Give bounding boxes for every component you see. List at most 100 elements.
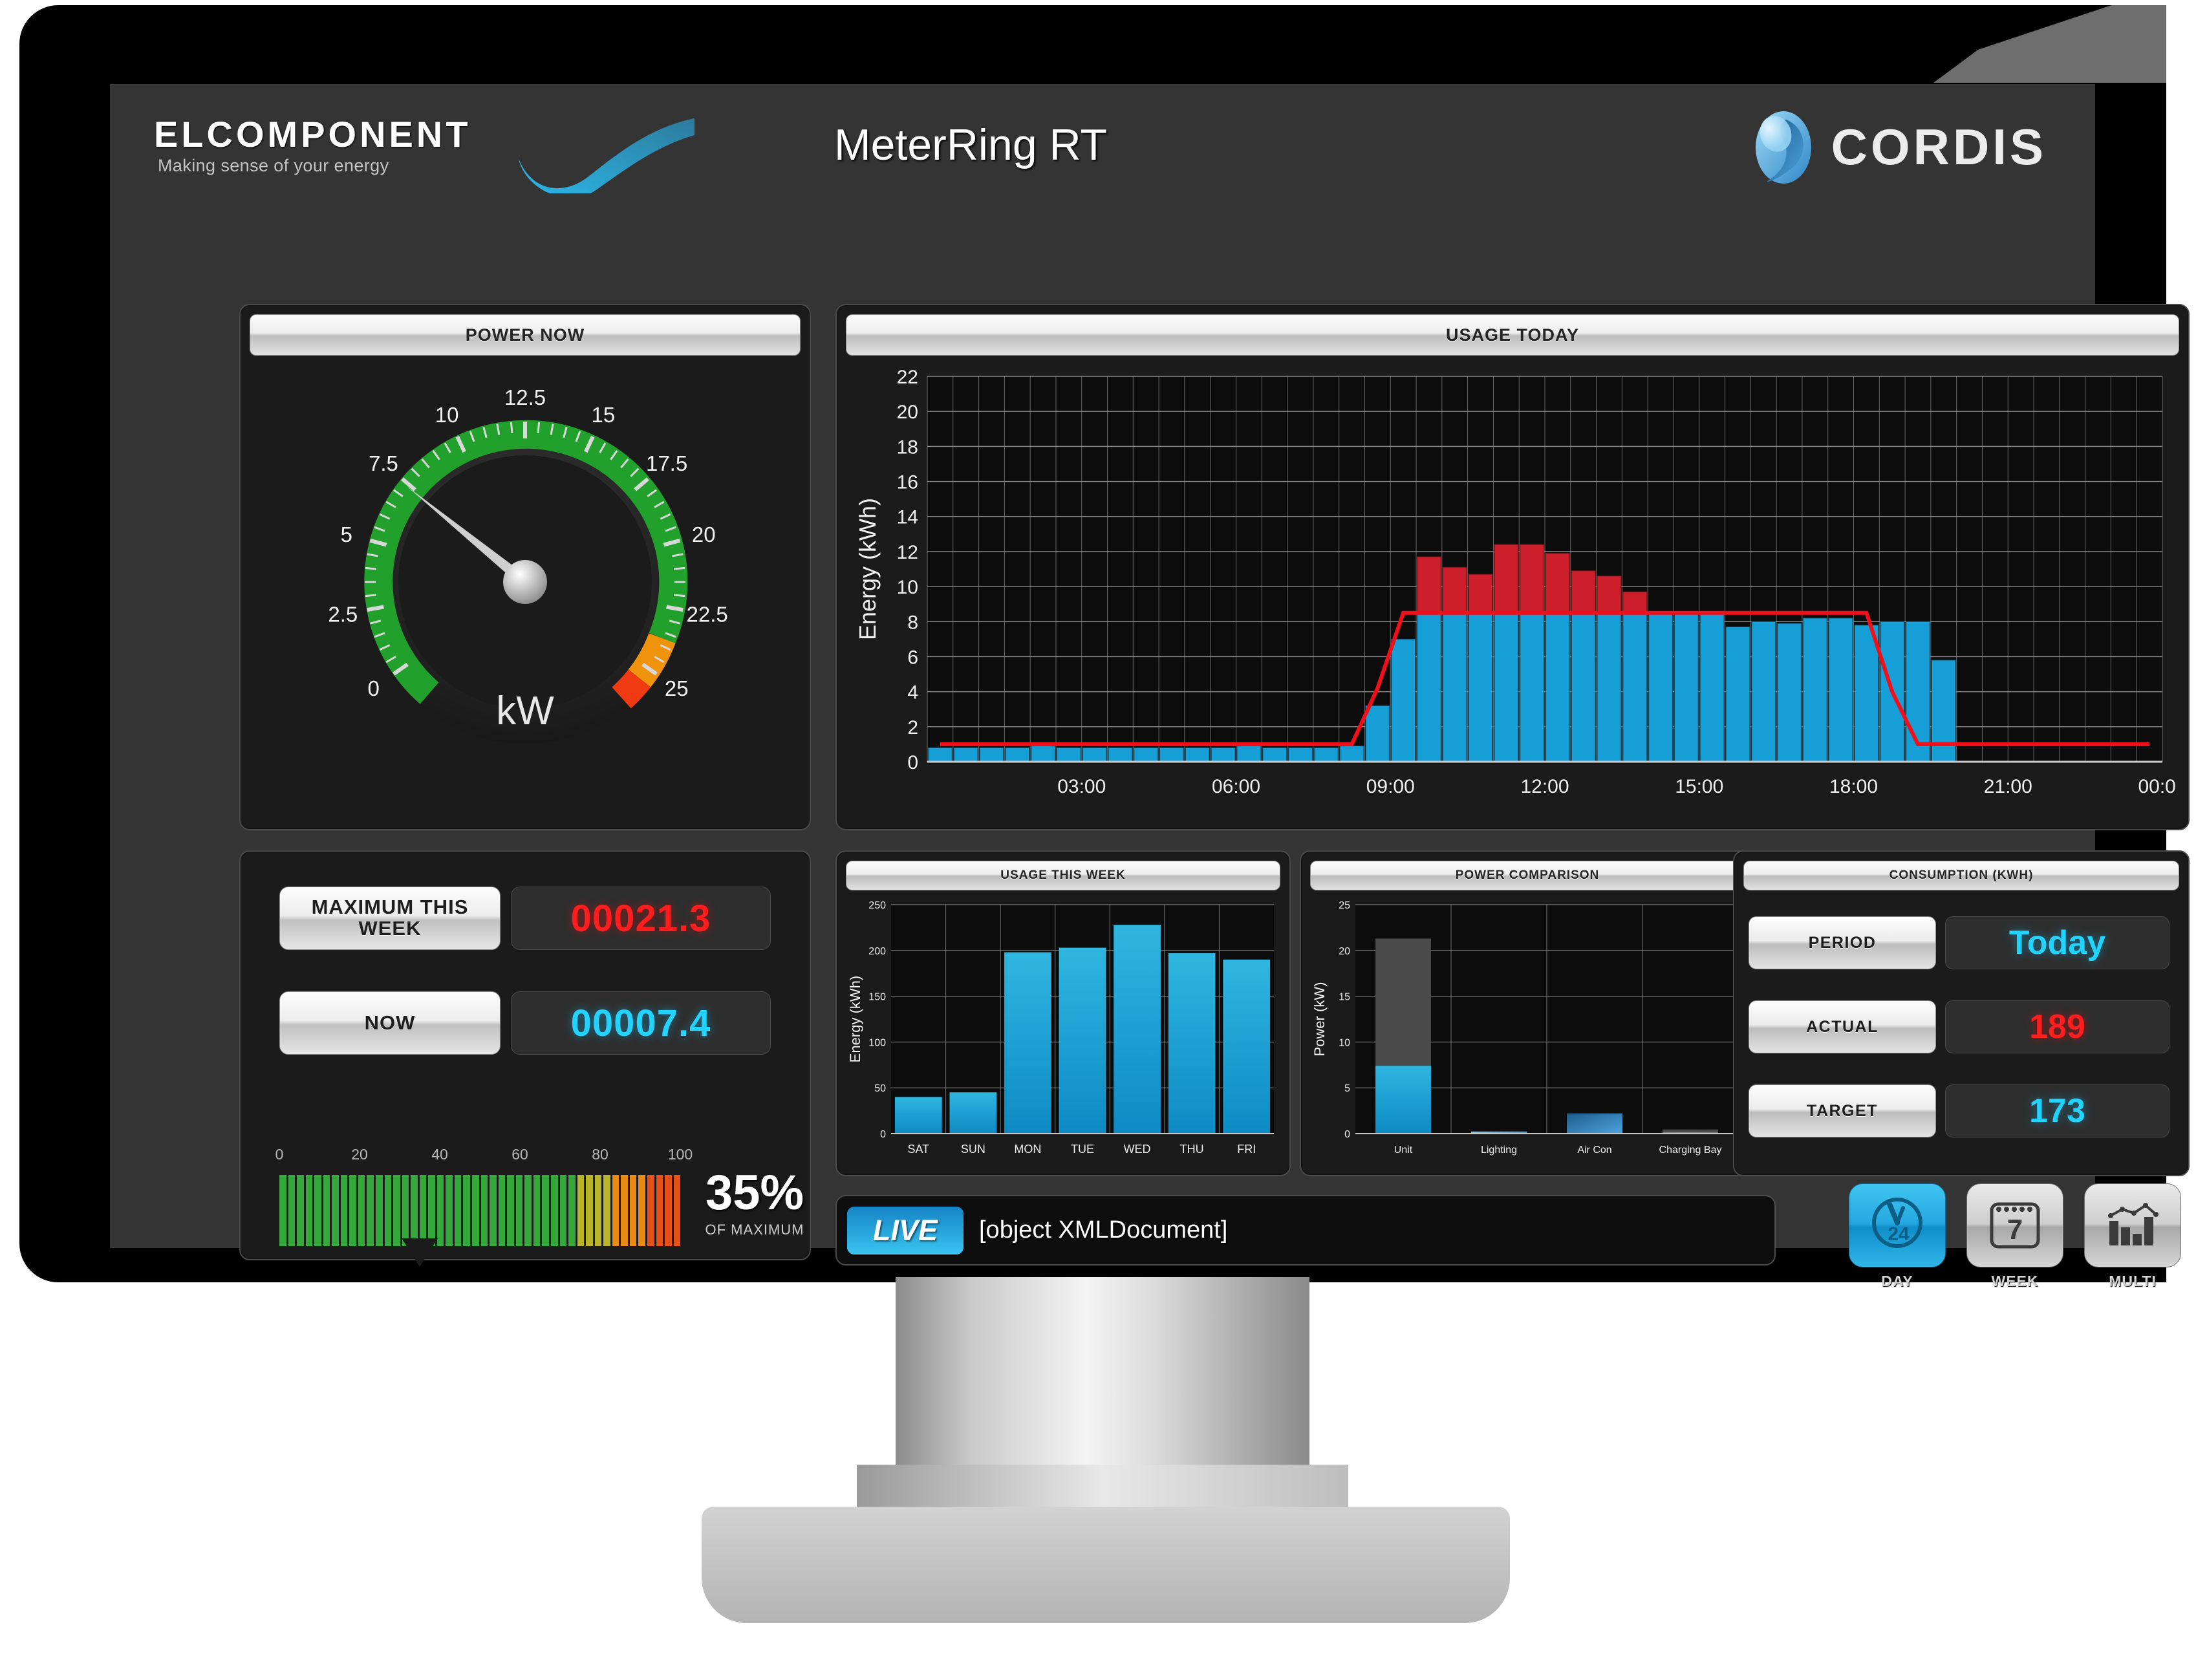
live-badge[interactable]: LIVE xyxy=(847,1206,964,1255)
nav-item-multi[interactable]: MULTI xyxy=(2084,1183,2181,1309)
bargraph-segment xyxy=(507,1175,514,1246)
bargraph-segment xyxy=(665,1175,672,1246)
app-header: ELCOMPONENT Making sense of your energy … xyxy=(110,84,2095,194)
compare-y-tick-25: 25 xyxy=(1339,900,1350,911)
bargraph-segment xyxy=(463,1175,471,1246)
week-x-tick-MON: MON xyxy=(1014,1143,1041,1156)
bargraph-segment xyxy=(297,1175,304,1246)
live-message: [object XMLDocument] xyxy=(979,1216,1228,1244)
power-comparison-chart: 0 5 10 15 20 25 Unit Lighting Air Con Charging Ba… xyxy=(1309,897,1746,1168)
panel-usage-this-week: USAGE THIS WEEK 0 50 100 150 200 250 SAT SUN MON… xyxy=(835,850,1291,1176)
nav-item-day[interactable]: 24 DAY xyxy=(1849,1183,1946,1309)
nav-item-week[interactable]: 7 WEEK xyxy=(1966,1183,2063,1309)
week-y-tick-100: 100 xyxy=(868,1037,886,1048)
bargraph-segment xyxy=(411,1175,418,1246)
panel-consumption: CONSUMPTION (KWH) PERIOD Today ACTUAL 18… xyxy=(1733,850,2190,1176)
percent-bargraph xyxy=(279,1175,681,1246)
bargraph-segment xyxy=(332,1175,339,1246)
x-tick-12:00: 12:00 xyxy=(1520,776,1569,797)
brand-tagline: Making sense of your energy xyxy=(158,156,389,175)
compare-x-tick: Air Con xyxy=(1577,1145,1611,1156)
bargraph-tick-80: 80 xyxy=(592,1146,608,1163)
bargraph-segment xyxy=(577,1175,585,1246)
week-y-tick-150: 150 xyxy=(868,992,886,1003)
x-tick-18:00: 18:00 xyxy=(1829,776,1878,797)
panel-usage-today-title: USAGE TODAY xyxy=(846,314,2179,356)
compare-y-axis-label: Power (kW) xyxy=(1311,982,1328,1057)
y-tick-4: 4 xyxy=(907,682,918,704)
y-tick-10: 10 xyxy=(897,577,918,598)
brand-name: ELCOMPONENT xyxy=(154,114,471,155)
period-button[interactable]: PERIOD xyxy=(1749,916,1936,969)
week-y-axis-label: Energy (kWh) xyxy=(847,976,863,1062)
period-value: Today xyxy=(1945,916,2169,969)
bargraph-segment xyxy=(550,1175,558,1246)
x-tick-15:00: 15:00 xyxy=(1675,776,1723,797)
bargraph-segment xyxy=(384,1175,392,1246)
cordis-sphere-icon xyxy=(1755,111,1811,184)
consumption-row-period: PERIOD Today xyxy=(1749,916,2169,969)
y-tick-14: 14 xyxy=(897,507,918,528)
compare-x-tick: Lighting xyxy=(1481,1145,1517,1156)
gauge-tick-17.5: 17.5 xyxy=(646,451,687,475)
compare-x-tick: Unit xyxy=(1394,1145,1413,1156)
panel-usage-today: USAGE TODAY 0 2 4 6 8 10 12 14 16 18 20 22 03:00 06:0… xyxy=(835,304,2190,830)
svg-text:7: 7 xyxy=(2007,1214,2023,1245)
week-y-tick-50: 50 xyxy=(874,1083,886,1094)
calendar-7-icon[interactable]: 7 xyxy=(1966,1183,2063,1267)
bargraph-tick-40: 40 xyxy=(431,1146,448,1163)
gauge-tick-5: 5 xyxy=(341,522,352,546)
bargraph-segment xyxy=(498,1175,506,1246)
compare-y-tick-0: 0 xyxy=(1344,1129,1350,1140)
bargraph-marker xyxy=(402,1238,438,1267)
max-this-week-button[interactable]: MAXIMUM THIS WEEK xyxy=(279,887,501,950)
x-tick-03:00: 03:00 xyxy=(1057,776,1106,797)
clock-24-icon[interactable]: 24 xyxy=(1849,1183,1946,1267)
nav-label-week: WEEK xyxy=(1991,1273,2039,1289)
x-tick-06:00: 06:00 xyxy=(1212,776,1260,797)
bargraph-segment xyxy=(446,1175,453,1246)
bargraph-segment xyxy=(559,1175,567,1246)
consumption-row-actual: ACTUAL 189 xyxy=(1749,1000,2169,1053)
bargraph-segment xyxy=(673,1175,681,1246)
now-value: 00007.4 xyxy=(511,991,771,1055)
actual-button[interactable]: ACTUAL xyxy=(1749,1000,1936,1053)
y-tick-22: 22 xyxy=(897,367,918,388)
gauge-tick-7.5: 7.5 xyxy=(369,451,398,475)
gauge-unit-label: kW xyxy=(496,689,554,733)
usage-today-chart: 0 2 4 6 8 10 12 14 16 18 20 22 03:00 06:00 09:00 12:00 1… xyxy=(850,365,2187,817)
bargraph-segment xyxy=(340,1175,348,1246)
y-tick-12: 12 xyxy=(897,542,918,563)
now-row: NOW 00007.4 xyxy=(279,991,771,1055)
bargraph-segment xyxy=(419,1175,427,1246)
bargraph-tick-100: 100 xyxy=(667,1146,693,1163)
bargraph-segment xyxy=(305,1175,313,1246)
week-x-tick-WED: WED xyxy=(1124,1143,1151,1156)
bargraph-scale: 0 20 40 60 80 100 xyxy=(275,1146,693,1165)
bargraph-segment xyxy=(402,1175,409,1246)
monitor-neck xyxy=(857,1277,1348,1542)
panel-power-now-title: POWER NOW xyxy=(250,314,801,356)
bargraph-segment xyxy=(568,1175,576,1246)
bargraph-segment xyxy=(472,1175,479,1246)
compare-y-tick-15: 15 xyxy=(1339,992,1350,1003)
week-x-tick-THU: THU xyxy=(1180,1143,1204,1156)
now-button[interactable]: NOW xyxy=(279,991,501,1055)
bargraph-segment xyxy=(436,1175,444,1246)
bar-line-chart-icon[interactable] xyxy=(2084,1183,2181,1267)
compare-y-tick-10: 10 xyxy=(1339,1037,1350,1048)
bargraph-segment xyxy=(524,1175,532,1246)
bargraph-segment xyxy=(656,1175,663,1246)
target-button[interactable]: TARGET xyxy=(1749,1084,1936,1137)
y-tick-6: 6 xyxy=(907,647,918,668)
compare-x-tick: Charging Bay xyxy=(1659,1145,1722,1156)
bargraph-segment xyxy=(621,1175,628,1246)
bargraph-segment xyxy=(323,1175,330,1246)
percent-caption: OF MAXIMUM xyxy=(705,1222,804,1238)
bargraph-segment xyxy=(594,1175,602,1246)
bargraph-segment xyxy=(586,1175,593,1246)
bargraph-segment xyxy=(367,1175,374,1246)
bargraph-tick-60: 60 xyxy=(511,1146,528,1163)
gauge-tick-0: 0 xyxy=(368,676,380,700)
bargraph-segment xyxy=(603,1175,610,1246)
